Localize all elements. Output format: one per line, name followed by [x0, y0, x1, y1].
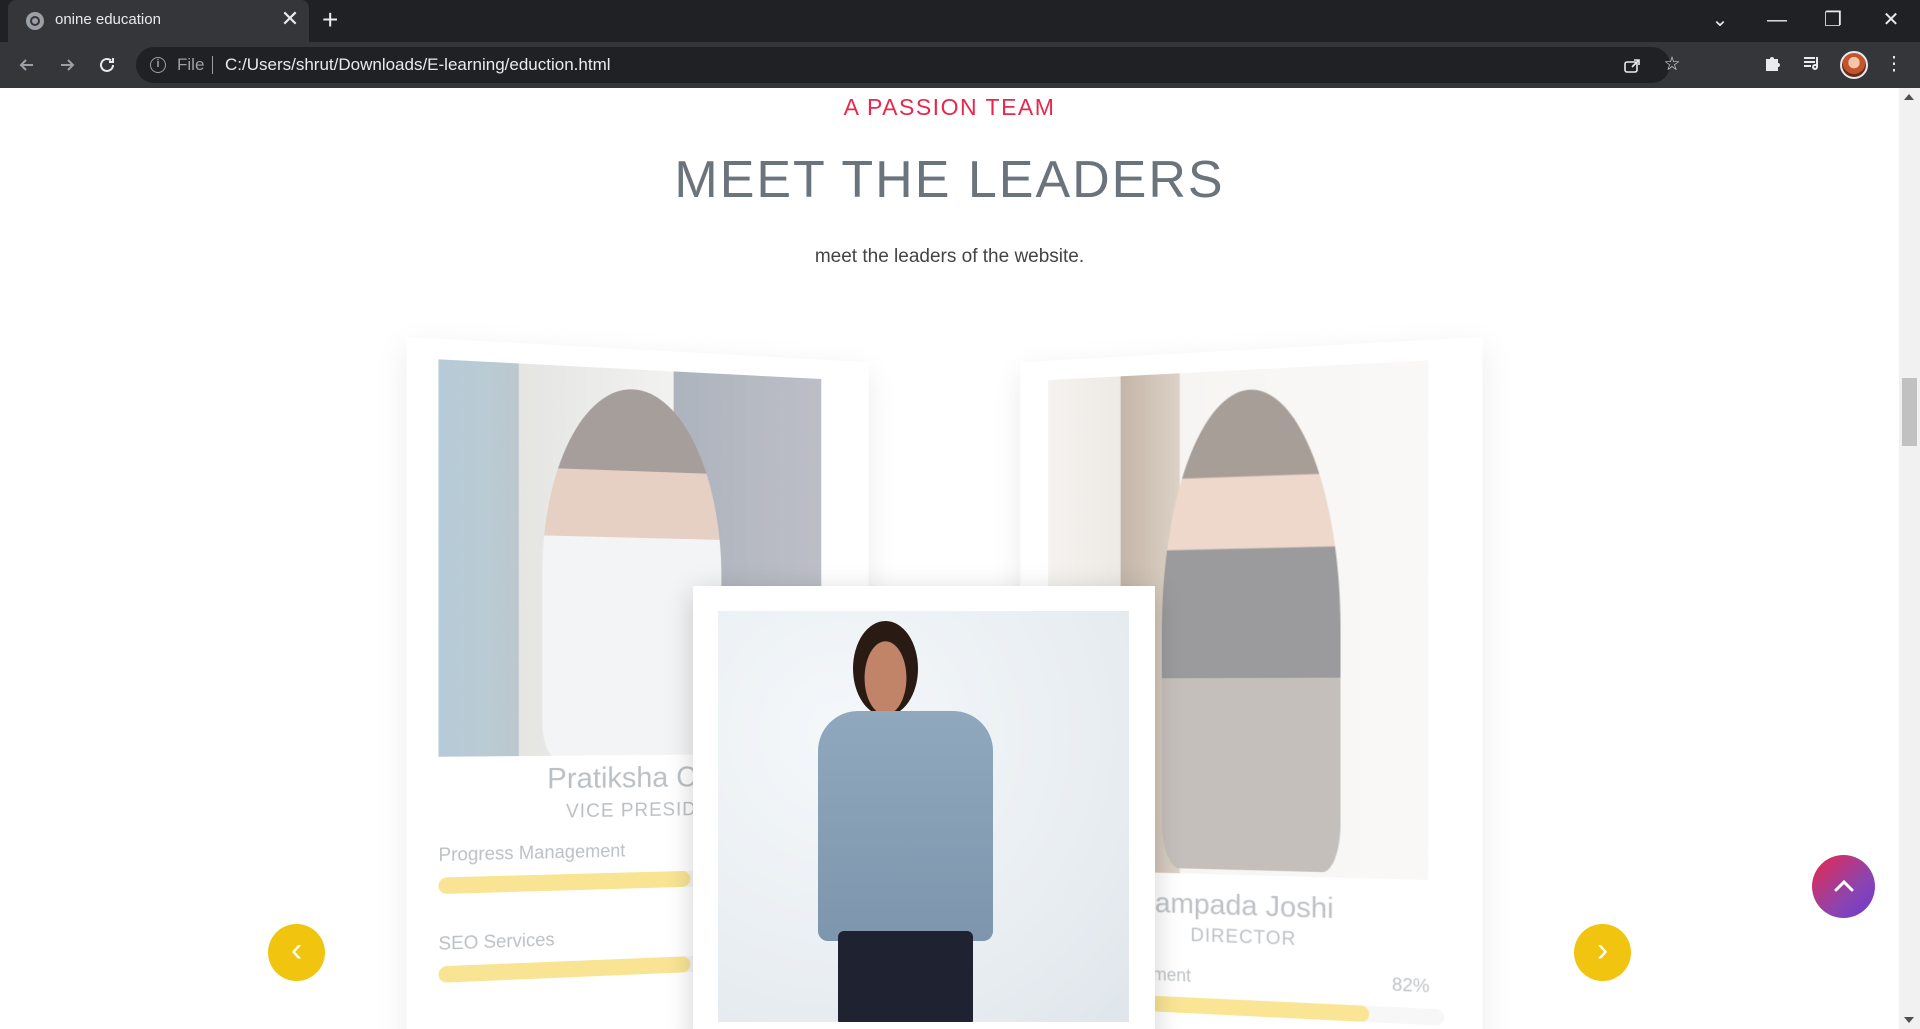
- skill-percent: 82%: [1391, 974, 1430, 997]
- share-icon[interactable]: [1620, 53, 1644, 81]
- section-subtitle: meet the leaders of the website.: [814, 246, 1085, 267]
- scroll-up-icon[interactable]: [1904, 94, 1914, 100]
- reload-icon[interactable]: [92, 50, 122, 80]
- carousel-prev-button[interactable]: ‹: [268, 924, 325, 981]
- url-scheme: File: [177, 55, 205, 74]
- profile-avatar[interactable]: [1840, 51, 1868, 79]
- forward-arrow-icon[interactable]: [52, 50, 82, 80]
- tab-title: onine education: [55, 11, 161, 28]
- url-text[interactable]: C:/Users/shrut/Downloads/E-learning/educ…: [225, 55, 611, 75]
- skill-label: Progress Management: [438, 840, 626, 866]
- page-viewport: A PASSION TEAM MEET THE LEADERS meet the…: [0, 88, 1899, 1029]
- scroll-thumb[interactable]: [1902, 378, 1917, 446]
- leader-card-active[interactable]: [693, 586, 1155, 1029]
- media-queue-icon[interactable]: [1800, 53, 1824, 80]
- url-separator: [212, 56, 213, 74]
- restore-button[interactable]: ❐: [1818, 6, 1848, 34]
- carousel-next-button[interactable]: ›: [1574, 924, 1631, 981]
- globe-icon: [26, 12, 44, 30]
- page-scrollbar[interactable]: [1899, 88, 1920, 1029]
- back-to-top-button[interactable]: [1812, 855, 1875, 918]
- bookmark-star-icon[interactable]: ☆: [1660, 53, 1684, 77]
- section-eyebrow: A PASSION TEAM: [843, 94, 1056, 120]
- info-icon[interactable]: i: [150, 57, 166, 73]
- back-arrow-icon[interactable]: [12, 50, 42, 80]
- new-tab-button[interactable]: +: [322, 6, 338, 34]
- minimize-button[interactable]: —: [1762, 6, 1792, 34]
- browser-toolbar: i File C:/Users/shrut/Downloads/E-learni…: [0, 42, 1920, 88]
- tab-search-icon[interactable]: ⌄: [1705, 6, 1735, 34]
- close-tab-icon[interactable]: ✕: [279, 8, 301, 30]
- scroll-down-icon[interactable]: [1904, 1017, 1914, 1023]
- puzzle-icon[interactable]: [1760, 53, 1784, 80]
- skill-label: SEO Services: [438, 929, 555, 954]
- address-bar[interactable]: i File C:/Users/shrut/Downloads/E-learni…: [136, 47, 1681, 83]
- leader-photo: [718, 611, 1129, 1022]
- browser-tab-bar: onine education ✕ + ⌄ — ❐ ✕: [0, 0, 1920, 42]
- browser-tab[interactable]: onine education ✕: [8, 0, 309, 42]
- kebab-menu-icon[interactable]: ⋮: [1882, 53, 1906, 77]
- section-heading: MEET THE LEADERS: [674, 151, 1225, 209]
- close-window-button[interactable]: ✕: [1876, 6, 1906, 34]
